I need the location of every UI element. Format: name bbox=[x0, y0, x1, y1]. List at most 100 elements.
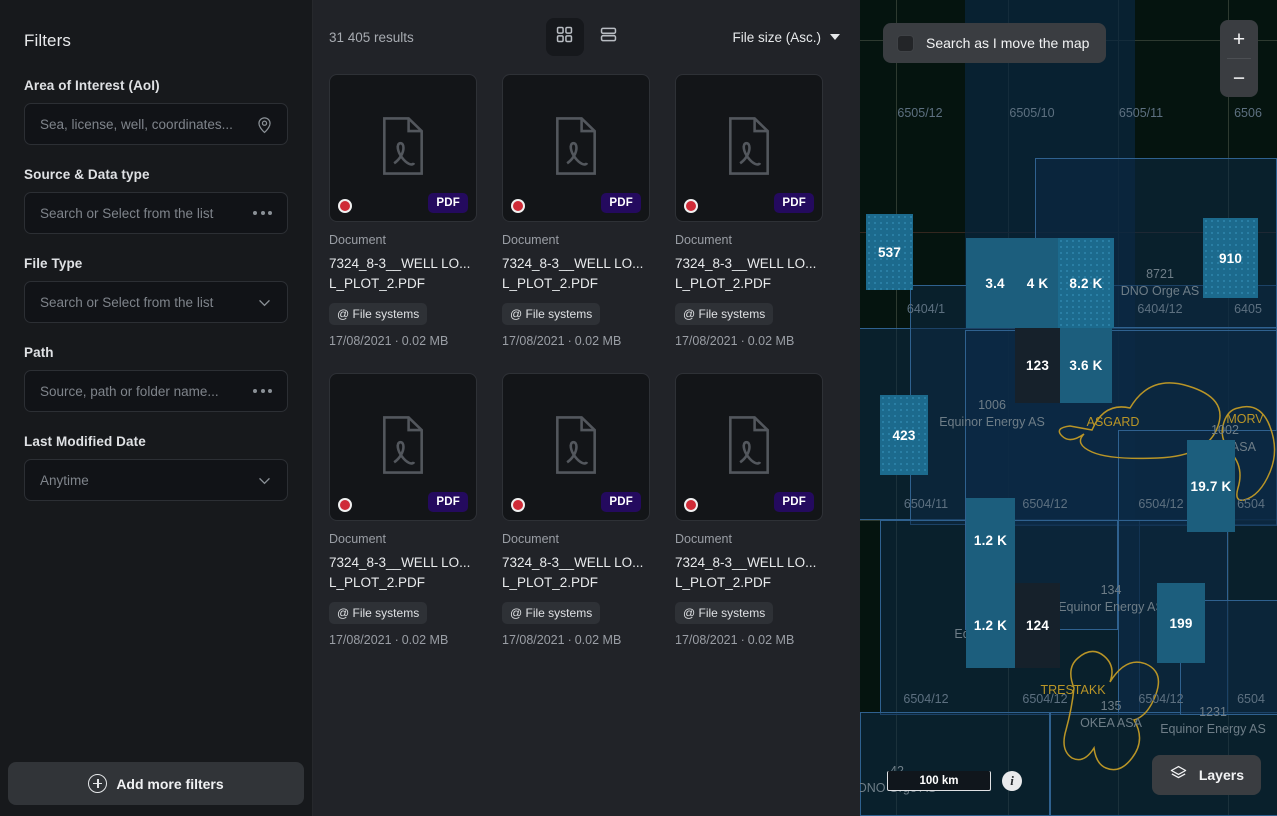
map-pin-icon[interactable] bbox=[253, 113, 275, 135]
filter-label-path: Path bbox=[24, 345, 54, 360]
status-badge bbox=[338, 498, 352, 512]
format-badge: PDF bbox=[428, 492, 468, 512]
filter-group-source-datatype: Source & Data type Search or Select from… bbox=[0, 167, 312, 234]
result-title: 7324_8-3__WELL LO...L_PLOT_2.PDF bbox=[675, 555, 817, 590]
filter-label-source-datatype: Source & Data type bbox=[24, 167, 150, 182]
chevron-down-icon[interactable] bbox=[253, 469, 275, 491]
filter-group-file-type: File Type Search or Select from the list bbox=[0, 256, 312, 323]
result-source-chip[interactable]: @ File systems bbox=[675, 602, 774, 624]
last-modified-date-select[interactable]: Anytime bbox=[24, 459, 288, 501]
map-cluster-marker[interactable]: 3.6 K bbox=[1060, 328, 1112, 403]
layers-icon bbox=[1169, 764, 1188, 786]
status-badge bbox=[684, 498, 698, 512]
filter-group-aoi: Area of Interest (AoI) Sea, license, wel… bbox=[0, 78, 312, 145]
result-meta: 17/08/2021 · 0.02 MB bbox=[502, 334, 650, 348]
ellipsis-icon[interactable] bbox=[253, 380, 275, 402]
result-source-chip[interactable]: @ File systems bbox=[329, 303, 428, 325]
path-input-field[interactable]: Source, path or folder name... bbox=[24, 370, 288, 412]
result-meta: 17/08/2021 · 0.02 MB bbox=[675, 633, 823, 647]
map-cluster-marker[interactable]: 8.2 K bbox=[1058, 238, 1114, 328]
map-cluster-marker[interactable]: 124 bbox=[1015, 583, 1060, 668]
result-thumbnail[interactable]: PDF bbox=[675, 373, 823, 521]
filter-group-path: Path Source, path or folder name... bbox=[0, 345, 312, 412]
map-cluster-marker[interactable]: 1.2 K bbox=[966, 583, 1015, 668]
meta-separator: · bbox=[394, 334, 399, 348]
result-title: 7324_8-3__WELL LO...L_PLOT_2.PDF bbox=[502, 256, 644, 291]
source-datatype-input-field[interactable]: Search or Select from the list bbox=[24, 192, 288, 234]
map-zoom-controls: + − bbox=[1220, 20, 1258, 97]
aoi-input-field[interactable]: Sea, license, well, coordinates... bbox=[24, 103, 288, 145]
map-cluster-marker[interactable]: 199 bbox=[1157, 583, 1205, 663]
app-root: Filters Area of Interest (AoI) Sea, lice… bbox=[0, 0, 1277, 816]
filters-list: Area of Interest (AoI) Sea, license, wel… bbox=[0, 78, 312, 523]
filter-label-aoi: Area of Interest (AoI) bbox=[24, 78, 160, 93]
result-card[interactable]: PDF Document 7324_8-3__WELL LO...L_PLOT_2.… bbox=[329, 74, 477, 348]
result-kind: Document bbox=[675, 233, 732, 247]
result-meta: 17/08/2021 · 0.02 MB bbox=[675, 334, 823, 348]
file-type-select[interactable]: Search or Select from the list bbox=[24, 281, 288, 323]
ellipsis-icon[interactable] bbox=[253, 202, 275, 224]
result-date: 17/08/2021 bbox=[329, 633, 392, 647]
format-badge: PDF bbox=[601, 492, 641, 512]
map-cluster-marker[interactable]: 910 bbox=[1203, 218, 1258, 298]
filter-label-file-type: File Type bbox=[24, 256, 83, 271]
map-scalebar: 100 km i bbox=[887, 771, 1022, 791]
result-thumbnail[interactable]: PDF bbox=[329, 373, 477, 521]
result-source-chip[interactable]: @ File systems bbox=[329, 602, 428, 624]
layers-button[interactable]: Layers bbox=[1151, 755, 1261, 795]
search-as-i-move-checkbox[interactable] bbox=[897, 34, 914, 52]
result-card[interactable]: PDF Document 7324_8-3__WELL LO...L_PLOT_2.… bbox=[675, 74, 823, 348]
result-date: 17/08/2021 bbox=[675, 334, 738, 348]
meta-separator: · bbox=[567, 633, 572, 647]
result-title: 7324_8-3__WELL LO...L_PLOT_2.PDF bbox=[502, 555, 644, 590]
results-panel: 31 405 results File size (Asc.) PDF Docu… bbox=[313, 0, 860, 816]
map-panel[interactable]: Search as I move the map + − 6505/12 6505… bbox=[860, 0, 1277, 816]
zoom-out-button[interactable]: − bbox=[1220, 59, 1258, 97]
result-date: 17/08/2021 bbox=[675, 633, 738, 647]
result-title: 7324_8-3__WELL LO...L_PLOT_2.PDF bbox=[329, 256, 471, 291]
path-input-placeholder: Source, path or folder name... bbox=[40, 383, 219, 399]
result-source-chip[interactable]: @ File systems bbox=[502, 303, 601, 325]
zoom-in-button[interactable]: + bbox=[1220, 20, 1258, 58]
result-meta: 17/08/2021 · 0.02 MB bbox=[502, 633, 650, 647]
sort-label: File size (Asc.) bbox=[732, 29, 821, 45]
search-as-i-move-toggle[interactable]: Search as I move the map bbox=[883, 23, 1107, 63]
list-view-button[interactable] bbox=[590, 18, 628, 56]
result-thumbnail[interactable]: PDF bbox=[502, 373, 650, 521]
result-card[interactable]: PDF Document 7324_8-3__WELL LO...L_PLOT_2.… bbox=[502, 74, 650, 348]
add-more-filters-button[interactable]: Add more filters bbox=[8, 762, 304, 805]
map-cluster-marker[interactable]: 123 bbox=[1015, 328, 1060, 403]
map-cluster-marker[interactable]: 423 bbox=[880, 395, 928, 475]
chevron-down-icon bbox=[830, 34, 840, 40]
result-size: 0.02 MB bbox=[401, 633, 449, 647]
pdf-file-icon bbox=[721, 115, 777, 182]
result-kind: Document bbox=[329, 532, 386, 546]
result-kind: Document bbox=[675, 532, 732, 546]
format-badge: PDF bbox=[774, 193, 814, 213]
grid-view-button[interactable] bbox=[545, 18, 584, 56]
status-badge bbox=[511, 498, 525, 512]
result-card[interactable]: PDF Document 7324_8-3__WELL LO...L_PLOT_2.… bbox=[329, 373, 477, 647]
result-size: 0.02 MB bbox=[401, 334, 449, 348]
result-title: 7324_8-3__WELL LO...L_PLOT_2.PDF bbox=[329, 555, 471, 590]
source-datatype-placeholder: Search or Select from the list bbox=[40, 205, 214, 221]
chevron-down-icon[interactable] bbox=[253, 291, 275, 313]
pdf-file-icon bbox=[375, 115, 431, 182]
result-thumbnail[interactable]: PDF bbox=[502, 74, 650, 222]
result-date: 17/08/2021 bbox=[329, 334, 392, 348]
result-card[interactable]: PDF Document 7324_8-3__WELL LO...L_PLOT_2.… bbox=[502, 373, 650, 647]
result-card[interactable]: PDF Document 7324_8-3__WELL LO...L_PLOT_2.… bbox=[675, 373, 823, 647]
status-badge bbox=[511, 199, 525, 213]
result-source-chip[interactable]: @ File systems bbox=[675, 303, 774, 325]
map-cluster-marker[interactable]: 1.2 K bbox=[966, 498, 1015, 583]
filter-label-last-modified-date: Last Modified Date bbox=[24, 434, 146, 449]
filters-sidebar: Filters Area of Interest (AoI) Sea, lice… bbox=[0, 0, 313, 816]
result-meta: 17/08/2021 · 0.02 MB bbox=[329, 334, 477, 348]
result-thumbnail[interactable]: PDF bbox=[329, 74, 477, 222]
info-icon[interactable]: i bbox=[1002, 771, 1022, 791]
result-source-chip[interactable]: @ File systems bbox=[502, 602, 601, 624]
sort-dropdown[interactable]: File size (Asc.) bbox=[732, 30, 840, 45]
map-cluster-marker[interactable]: 19.7 K bbox=[1187, 440, 1235, 532]
result-thumbnail[interactable]: PDF bbox=[675, 74, 823, 222]
map-cluster-marker[interactable]: 537 bbox=[866, 214, 913, 290]
